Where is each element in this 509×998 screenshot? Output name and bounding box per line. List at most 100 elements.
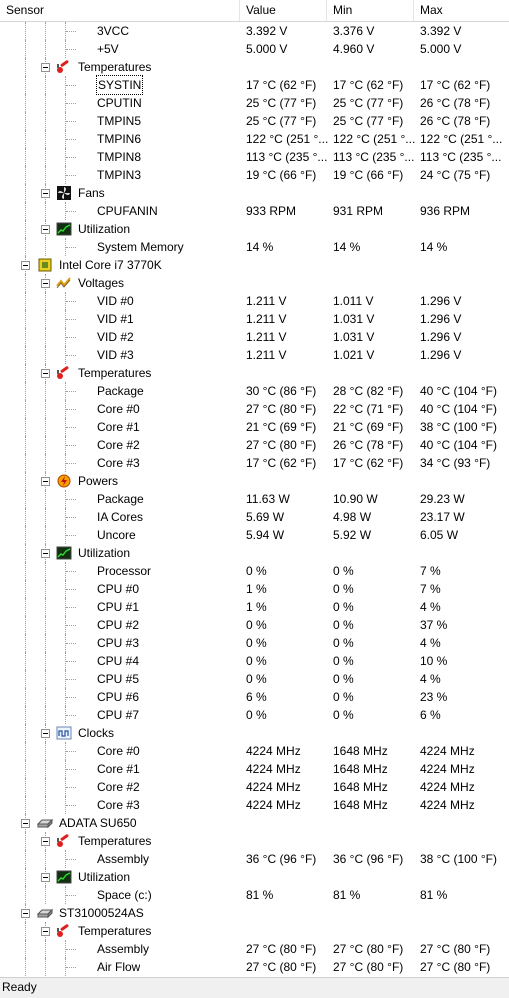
sensor-tree[interactable]: 3VCC 3.392 V 3.376 V 3.392 V +5V 5.000 V 4.960… xyxy=(0,22,509,977)
sensor-row[interactable]: SYSTIN 17 °C (62 °F) 17 °C (62 °F) 17 °C (6… xyxy=(0,75,509,95)
sensor-row[interactable]: Air Flow 27 °C (80 °F) 27 °C (80 °F) 27 °C … xyxy=(0,958,509,976)
sensor-max-cell: 23.17 W xyxy=(420,510,465,524)
collapse-toggle-icon[interactable] xyxy=(41,63,50,72)
sensor-row[interactable]: Space (c:) 81 % 81 % 81 % xyxy=(0,886,509,904)
sensor-row[interactable]: CPU #6 6 % 0 % 23 % xyxy=(0,688,509,706)
category-row[interactable]: Temperatures xyxy=(0,832,509,850)
sensor-row[interactable]: System Memory 14 % 14 % 14 % xyxy=(0,238,509,256)
sensor-row[interactable]: IA Cores 5.69 W 4.98 W 23.17 W xyxy=(0,508,509,526)
sensor-row[interactable]: Core #2 27 °C (80 °F) 26 °C (78 °F) 40 °C (… xyxy=(0,436,509,454)
category-row[interactable]: Temperatures xyxy=(0,922,509,940)
collapse-toggle-icon[interactable] xyxy=(41,189,50,198)
column-header-min[interactable]: Min xyxy=(327,0,414,21)
sensor-name: CPUTIN xyxy=(97,96,142,110)
sensor-row[interactable]: VID #1 1.211 V 1.031 V 1.296 V xyxy=(0,310,509,328)
category-row[interactable]: Fans xyxy=(0,184,509,202)
sensor-name: ST31000524AS xyxy=(59,906,144,920)
sensor-row[interactable]: 3VCC 3.392 V 3.376 V 3.392 V xyxy=(0,22,509,40)
category-row[interactable]: Utilization xyxy=(0,868,509,886)
tree-guide-line xyxy=(25,616,26,634)
sensor-row[interactable]: Core #3 17 °C (62 °F) 17 °C (62 °F) 34 °C (… xyxy=(0,454,509,472)
tree-guide-line xyxy=(45,418,46,436)
tree-guide-line xyxy=(25,310,26,328)
collapse-toggle-icon[interactable] xyxy=(41,549,50,558)
tree-guide-line xyxy=(66,949,76,950)
category-row[interactable]: Temperatures xyxy=(0,58,509,76)
sensor-value-cell: 0 % xyxy=(246,564,267,578)
sensor-row[interactable]: TMPIN5 25 °C (77 °F) 25 °C (77 °F) 26 °C (7… xyxy=(0,112,509,130)
collapse-toggle-icon[interactable] xyxy=(41,837,50,846)
sensor-row[interactable]: TMPIN3 19 °C (66 °F) 19 °C (66 °F) 24 °C (7… xyxy=(0,166,509,184)
collapse-toggle-icon[interactable] xyxy=(21,261,30,270)
sensor-value-cell: 81 % xyxy=(246,888,274,902)
column-header-value[interactable]: Value xyxy=(240,0,327,21)
sensor-row[interactable]: VID #3 1.211 V 1.021 V 1.296 V xyxy=(0,346,509,364)
sensor-row[interactable]: Core #1 21 °C (69 °F) 21 °C (69 °F) 38 °C (… xyxy=(0,418,509,436)
collapse-toggle-icon[interactable] xyxy=(41,873,50,882)
sensor-row[interactable]: Uncore 5.94 W 5.92 W 6.05 W xyxy=(0,526,509,544)
sensor-row[interactable]: Core #0 4224 MHz 1648 MHz 4224 MHz xyxy=(0,742,509,760)
sensor-row[interactable]: CPU #0 1 % 0 % 7 % xyxy=(0,580,509,598)
sensor-row[interactable]: Core #2 4224 MHz 1648 MHz 4224 MHz xyxy=(0,778,509,796)
tree-guide-line xyxy=(66,31,76,32)
sensor-row[interactable]: VID #2 1.211 V 1.031 V 1.296 V xyxy=(0,328,509,346)
sensor-max-cell: 40 °C (104 °F) xyxy=(420,384,497,398)
collapse-toggle-icon[interactable] xyxy=(41,927,50,936)
power-icon xyxy=(56,474,72,488)
sensor-value-cell: 5.000 V xyxy=(246,42,288,56)
sensor-name: CPU #5 xyxy=(97,672,140,686)
sensor-row[interactable]: CPU #2 0 % 0 % 37 % xyxy=(0,616,509,634)
category-row[interactable]: Utilization xyxy=(0,220,509,238)
tree-guide-line xyxy=(45,94,46,112)
sensor-name: Assembly xyxy=(97,852,150,866)
sensor-row[interactable]: Core #3 4224 MHz 1648 MHz 4224 MHz xyxy=(0,796,509,814)
tree-guide-line xyxy=(25,940,26,958)
sensor-row[interactable]: Processor 0 % 0 % 7 % xyxy=(0,562,509,580)
collapse-toggle-icon[interactable] xyxy=(41,225,50,234)
category-row[interactable]: Temperatures xyxy=(0,364,509,382)
collapse-toggle-icon[interactable] xyxy=(41,729,50,738)
sensor-row[interactable]: CPU #5 0 % 0 % 4 % xyxy=(0,670,509,688)
column-header: Sensor Value Min Max xyxy=(0,0,509,22)
sensor-row[interactable]: TMPIN6 122 °C (251 °... 122 °C (251 °... 12… xyxy=(0,130,509,148)
sensor-name: TMPIN3 xyxy=(97,168,142,182)
category-row[interactable]: Voltages xyxy=(0,274,509,292)
sensor-row[interactable]: CPUTIN 25 °C (77 °F) 25 °C (77 °F) 26 °C (7… xyxy=(0,94,509,112)
sensor-row[interactable]: CPU #7 0 % 0 % 6 % xyxy=(0,706,509,724)
sensor-row[interactable]: CPU #3 0 % 0 % 4 % xyxy=(0,634,509,652)
sensor-name: 3VCC xyxy=(97,24,130,38)
sensor-row[interactable]: CPU #4 0 % 0 % 10 % xyxy=(0,652,509,670)
sensor-value-cell: 0 % xyxy=(246,708,267,722)
sensor-row[interactable]: Core #0 27 °C (80 °F) 22 °C (71 °F) 40 °C (… xyxy=(0,400,509,418)
collapse-toggle-icon[interactable] xyxy=(41,279,50,288)
category-row[interactable]: Utilization xyxy=(0,544,509,562)
device-row[interactable]: ST31000524AS xyxy=(0,904,509,922)
sensor-row[interactable]: TMPIN8 113 °C (235 °... 113 °C (235 °... 11… xyxy=(0,148,509,166)
collapse-toggle-icon[interactable] xyxy=(21,909,30,918)
collapse-toggle-icon[interactable] xyxy=(41,369,50,378)
category-row[interactable]: Powers xyxy=(0,472,509,490)
collapse-toggle-icon[interactable] xyxy=(21,819,30,828)
sensor-row[interactable]: Assembly 36 °C (96 °F) 36 °C (96 °F) 38 °C … xyxy=(0,850,509,868)
sensor-name: IA Cores xyxy=(97,510,144,524)
column-header-max[interactable]: Max xyxy=(414,0,509,21)
sensor-row[interactable]: CPU #1 1 % 0 % 4 % xyxy=(0,598,509,616)
sensor-value-cell: 27 °C (80 °F) xyxy=(246,942,317,956)
collapse-toggle-icon[interactable] xyxy=(41,477,50,486)
sensor-row[interactable]: Package 30 °C (86 °F) 28 °C (82 °F) 40 °C (… xyxy=(0,382,509,400)
sensor-max-cell: 40 °C (104 °F) xyxy=(420,438,497,452)
sensor-row[interactable]: Assembly 27 °C (80 °F) 27 °C (80 °F) 27 °C … xyxy=(0,940,509,958)
sensor-row[interactable]: VID #0 1.211 V 1.011 V 1.296 V xyxy=(0,292,509,310)
sensor-min-cell: 1.031 V xyxy=(333,312,375,326)
sensor-name: Utilization xyxy=(78,546,131,560)
sensor-row[interactable]: Core #1 4224 MHz 1648 MHz 4224 MHz xyxy=(0,760,509,778)
device-row[interactable]: Intel Core i7 3770K xyxy=(0,256,509,274)
sensor-row[interactable]: +5V 5.000 V 4.960 V 5.000 V xyxy=(0,40,509,58)
sensor-row[interactable]: CPUFANIN 933 RPM 931 RPM 936 RPM xyxy=(0,202,509,220)
tree-guide-line xyxy=(25,886,26,904)
tree-guide-line xyxy=(45,652,46,670)
column-header-sensor[interactable]: Sensor xyxy=(0,0,240,21)
category-row[interactable]: Clocks xyxy=(0,724,509,742)
device-row[interactable]: ADATA SU650 xyxy=(0,814,509,832)
sensor-row[interactable]: Package 11.63 W 10.90 W 29.23 W xyxy=(0,490,509,508)
